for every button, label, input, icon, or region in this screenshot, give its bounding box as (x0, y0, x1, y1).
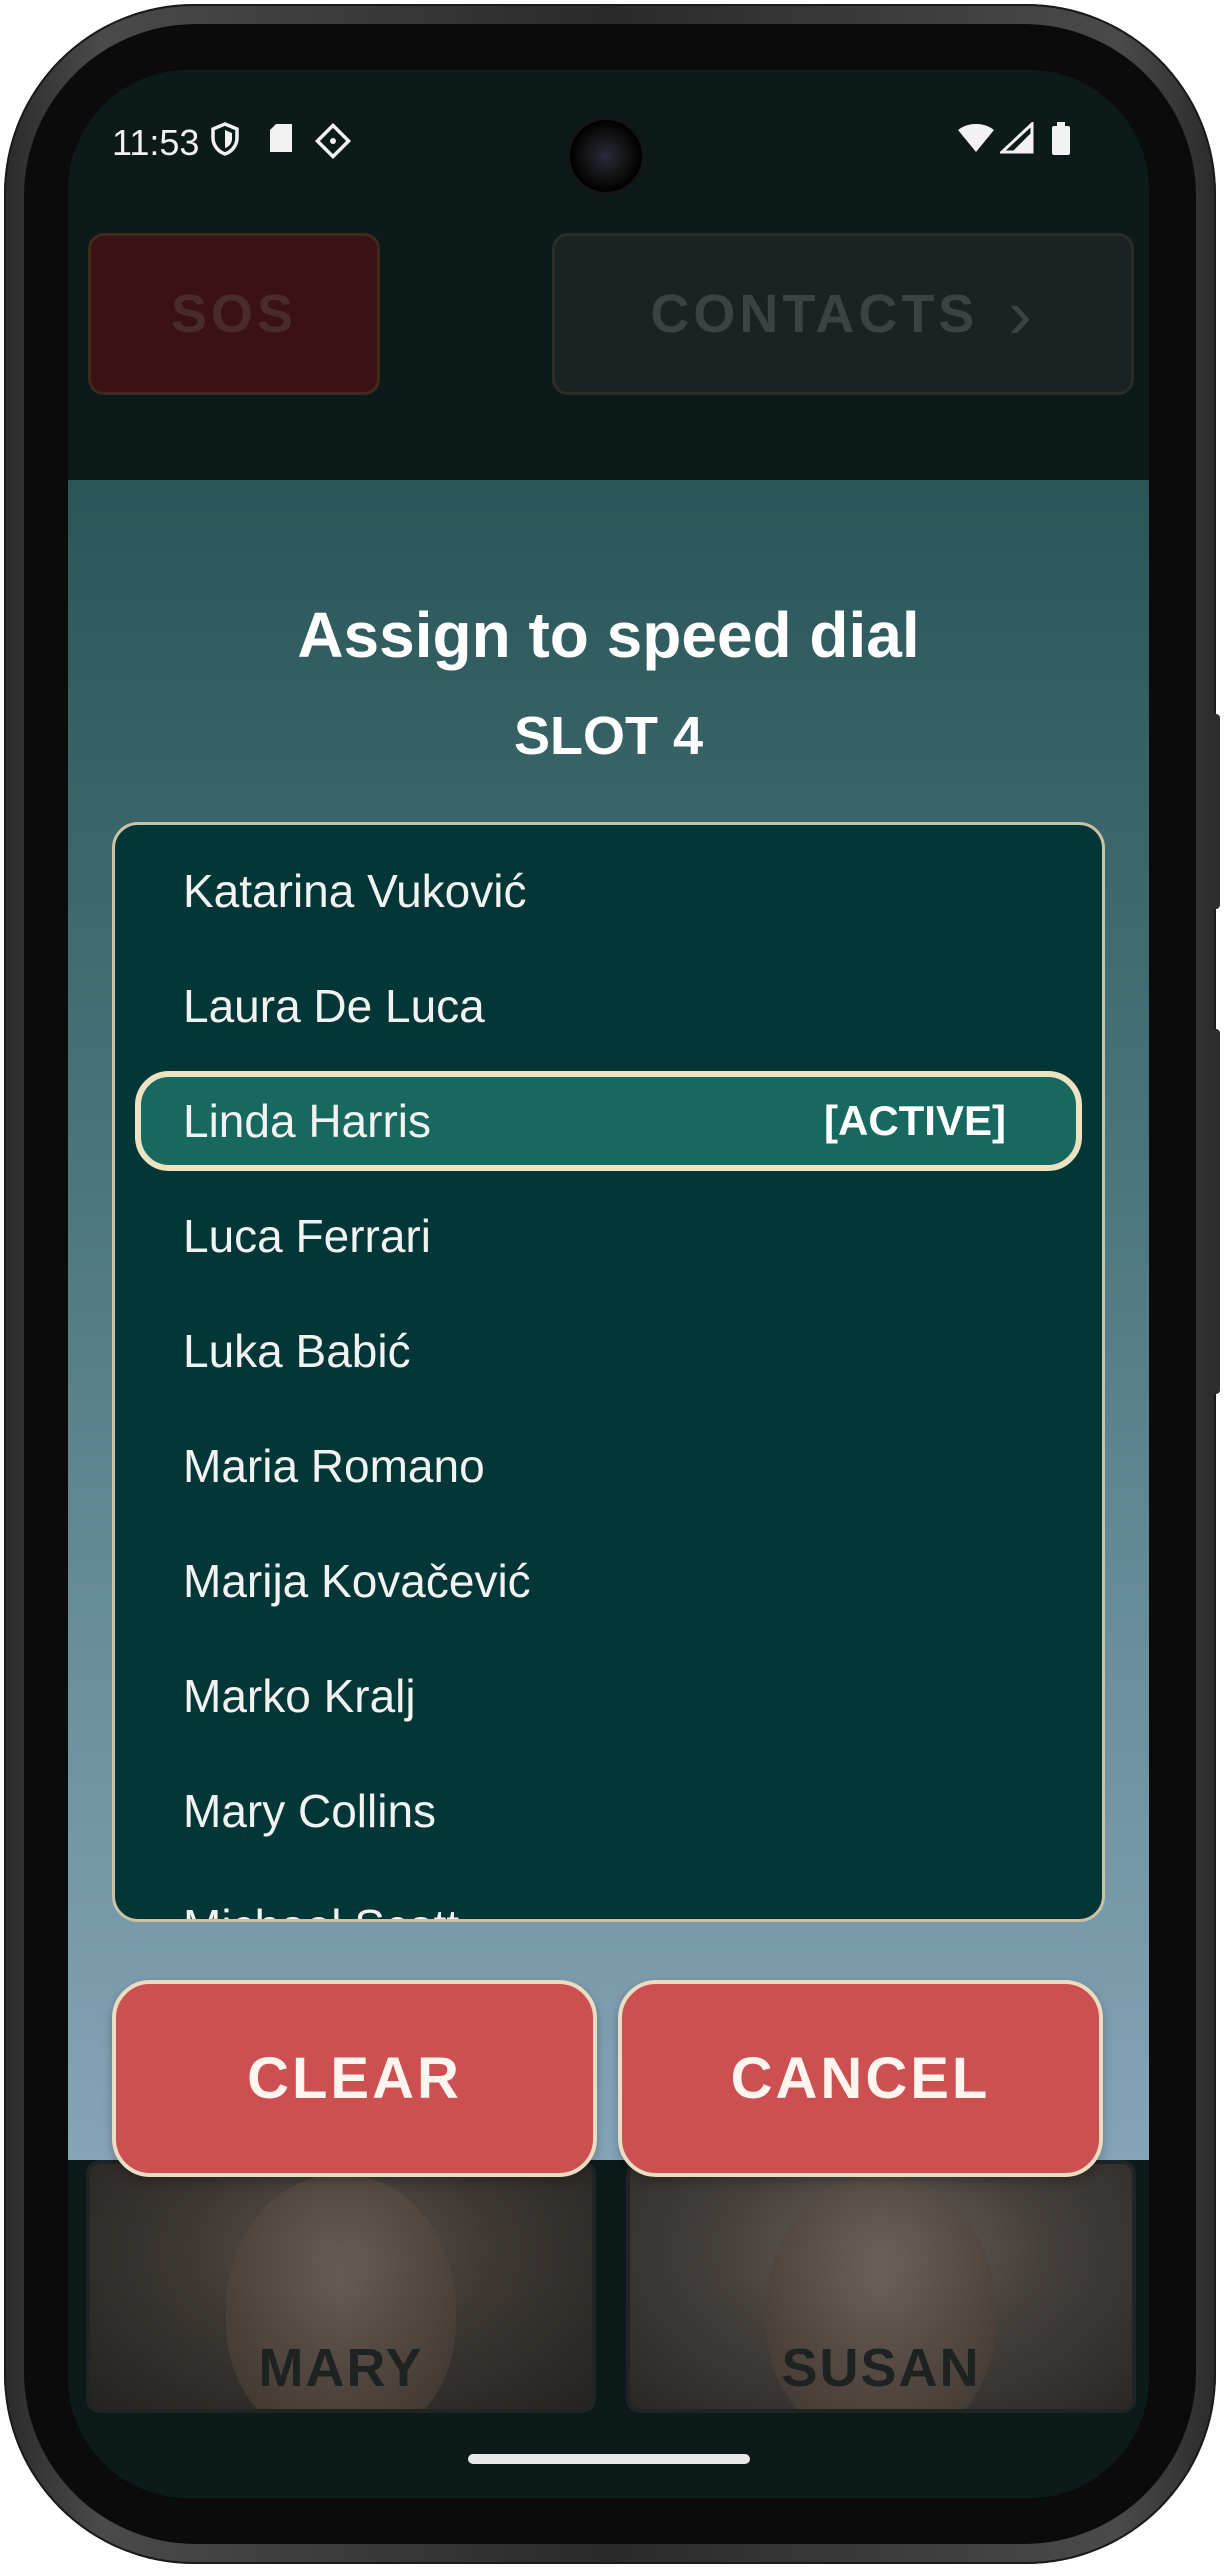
sos-label: SOS (170, 284, 298, 344)
contact-name: Mary Collins (183, 1785, 437, 1837)
cancel-label: CANCEL (730, 2046, 991, 2111)
speed-dial-card: MARY (86, 2160, 596, 2413)
cancel-button[interactable]: CANCEL (618, 1980, 1103, 2177)
contact-name: Luka Babić (183, 1325, 411, 1377)
wifi-icon (956, 122, 996, 163)
list-item[interactable]: Maria Romano (135, 1416, 1082, 1516)
screen: SOS CONTACTS › MARY SUSAN 11:53 Assign t… (68, 70, 1149, 2498)
speed-dial-card: SUSAN (626, 2160, 1136, 2413)
speed-dial-name: MARY (258, 2338, 424, 2398)
list-item[interactable]: Marija Kovačević (135, 1531, 1082, 1631)
contact-name: Linda Harris (183, 1095, 431, 1147)
dialog-title: Assign to speed dial (297, 599, 920, 671)
front-camera (570, 120, 642, 192)
list-item[interactable]: Laura De Luca (135, 956, 1082, 1056)
list-item-active[interactable]: Linda Harris [ACTIVE] (135, 1071, 1082, 1171)
speed-dial-dialog: Assign to speed dial SLOT 4 Katarina Vuk… (68, 480, 1149, 2177)
clear-label: CLEAR (247, 2046, 462, 2111)
contact-name: Maria Romano (183, 1440, 485, 1492)
active-badge: [ACTIVE] (824, 1097, 1006, 1144)
list-item[interactable]: Michael Scott (135, 1876, 1082, 1919)
battery-icon (1050, 122, 1072, 165)
shield-icon (210, 122, 240, 165)
contact-name: Luca Ferrari (183, 1210, 431, 1262)
power-button (1208, 1029, 1220, 1394)
signal-icon (998, 120, 1034, 163)
vpn-icon (314, 122, 352, 169)
contact-name: Marko Kralj (183, 1670, 416, 1722)
sd-card-icon (268, 122, 294, 163)
status-time: 11:53 (112, 122, 200, 163)
sos-button: SOS (88, 233, 380, 395)
home-indicator[interactable] (468, 2454, 750, 2464)
dialog-subtitle: SLOT 4 (513, 706, 704, 766)
contacts-label: CONTACTS (650, 284, 979, 344)
contact-list[interactable]: Katarina Vuković Laura De Luca Linda Har… (112, 822, 1105, 1922)
speed-dial-name: SUSAN (781, 2338, 981, 2398)
list-item[interactable]: Mary Collins (135, 1761, 1082, 1861)
contacts-button: CONTACTS › (552, 233, 1134, 395)
contact-name: Michael Scott (183, 1899, 459, 1919)
list-item[interactable]: Luca Ferrari (135, 1186, 1082, 1286)
list-item[interactable]: Luka Babić (135, 1301, 1082, 1401)
contact-name: Laura De Luca (183, 980, 485, 1032)
status-bar: 11:53 (68, 70, 1149, 220)
contact-name: Marija Kovačević (183, 1555, 531, 1607)
contact-name: Katarina Vuković (183, 865, 527, 917)
chevron-right-icon: › (1008, 275, 1036, 353)
list-item[interactable]: Katarina Vuković (135, 841, 1082, 941)
list-item[interactable]: Marko Kralj (135, 1646, 1082, 1746)
volume-button (1208, 714, 1220, 909)
clear-button[interactable]: CLEAR (112, 1980, 597, 2177)
